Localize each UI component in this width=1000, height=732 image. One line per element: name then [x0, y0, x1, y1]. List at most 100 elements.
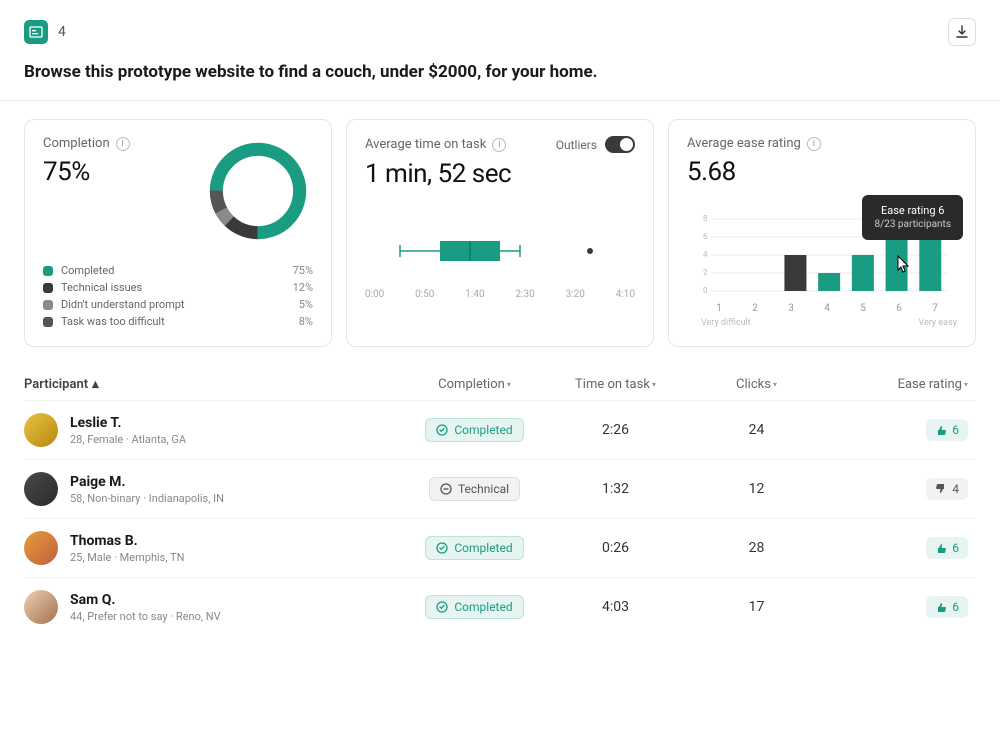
- task-title: Browse this prototype website to find a …: [0, 58, 1000, 100]
- participant-meta: 28, Female · Atlanta, GA: [70, 433, 186, 446]
- completion-value: 75%: [43, 157, 185, 187]
- axis-tick: 1:40: [465, 289, 484, 300]
- ease-pill: 6: [926, 537, 968, 559]
- table-row[interactable]: Leslie T. 28, Female · Atlanta, GA Compl…: [24, 400, 976, 459]
- legend-label: Task was too difficult: [61, 315, 299, 328]
- th-clicks[interactable]: Clicks▾: [686, 377, 827, 392]
- svg-text:4: 4: [703, 250, 708, 259]
- legend-label: Technical issues: [61, 281, 293, 294]
- participant-meta: 25, Male · Memphis, TN: [70, 551, 184, 564]
- time-cell: 0:26: [545, 540, 686, 556]
- outliers-label: Outliers: [556, 138, 597, 152]
- th-time[interactable]: Time on task▾: [545, 377, 686, 392]
- legend-row: Didn't understand prompt5%: [43, 296, 313, 313]
- thumbs-up-icon: [935, 424, 947, 436]
- participant-name: Paige M.: [70, 474, 224, 490]
- legend-row: Technical issues12%: [43, 279, 313, 296]
- check-circle-icon: [436, 601, 448, 613]
- avatar: [24, 590, 58, 624]
- avatar: [24, 472, 58, 506]
- table-row[interactable]: Sam Q. 44, Prefer not to say · Reno, NV …: [24, 577, 976, 636]
- tooltip-title: Ease rating 6: [874, 203, 951, 218]
- completion-donut-chart: [203, 136, 313, 246]
- legend-label: Didn't understand prompt: [61, 298, 299, 311]
- svg-text:8: 8: [703, 214, 708, 223]
- thumbs-down-icon: [935, 483, 947, 495]
- completion-badge: Completed: [425, 595, 523, 619]
- legend-row: Task was too difficult8%: [43, 313, 313, 330]
- legend-value: 5%: [299, 298, 313, 311]
- clicks-cell: 17: [686, 599, 827, 615]
- ease-right-label: Very easy: [918, 318, 957, 328]
- time-cell: 1:32: [545, 481, 686, 497]
- chevron-down-icon: ▾: [507, 380, 511, 389]
- legend-swatch: [43, 300, 53, 310]
- time-cell: 4:03: [545, 599, 686, 615]
- thumbs-up-icon: [935, 542, 947, 554]
- completion-label: Completion: [43, 136, 110, 151]
- ease-left-label: Very difficult: [701, 318, 751, 328]
- table-row[interactable]: Thomas B. 25, Male · Memphis, TN Complet…: [24, 518, 976, 577]
- bar-axis-tick: 2: [737, 303, 773, 314]
- svg-text:6: 6: [703, 232, 708, 241]
- th-ease[interactable]: Ease rating▾: [827, 377, 976, 392]
- legend-value: 8%: [299, 315, 313, 328]
- th-participant[interactable]: Participant ▴: [24, 377, 404, 392]
- time-cell: 2:26: [545, 422, 686, 438]
- sort-asc-icon: ▴: [92, 377, 99, 392]
- axis-tick: 4:10: [616, 289, 635, 300]
- avatar: [24, 531, 58, 565]
- axis-tick: 0:00: [365, 289, 384, 300]
- bar-axis-tick: 6: [881, 303, 917, 314]
- info-icon[interactable]: i: [807, 137, 821, 151]
- table-row[interactable]: Paige M. 58, Non-binary · Indianapolis, …: [24, 459, 976, 518]
- clicks-cell: 28: [686, 540, 827, 556]
- download-button[interactable]: [948, 18, 976, 46]
- completion-card: Completion i 75% Completed75%Technical i…: [24, 119, 332, 347]
- bar-axis-tick: 5: [845, 303, 881, 314]
- check-circle-icon: [436, 424, 448, 436]
- bar-axis-tick: 1: [701, 303, 737, 314]
- bar-tooltip: Ease rating 6 8/23 participants: [862, 195, 963, 240]
- completion-badge: Completed: [425, 536, 523, 560]
- ease-value: 5.68: [687, 157, 957, 187]
- bar-axis-tick: 7: [917, 303, 953, 314]
- legend-swatch: [43, 266, 53, 276]
- bar-axis-tick: 3: [773, 303, 809, 314]
- info-icon[interactable]: i: [116, 137, 130, 151]
- clicks-cell: 12: [686, 481, 827, 497]
- minus-circle-icon: [440, 483, 452, 495]
- ease-pill: 6: [926, 596, 968, 618]
- time-card: Average time on task i Outliers 1 min, 5…: [346, 119, 654, 347]
- legend-value: 12%: [293, 281, 313, 294]
- svg-text:0: 0: [703, 286, 708, 295]
- time-boxplot: [365, 231, 635, 271]
- participant-name: Sam Q.: [70, 592, 221, 608]
- task-number: 4: [58, 24, 66, 40]
- participant-name: Leslie T.: [70, 415, 186, 431]
- axis-tick: 0:50: [415, 289, 434, 300]
- cursor-icon: [897, 255, 911, 273]
- time-value: 1 min, 52 sec: [365, 159, 635, 189]
- thumbs-up-icon: [935, 601, 947, 613]
- info-icon[interactable]: i: [492, 138, 506, 152]
- time-label: Average time on task: [365, 137, 486, 152]
- participant-name: Thomas B.: [70, 533, 184, 549]
- download-icon: [955, 25, 969, 39]
- bar-axis-tick: 4: [809, 303, 845, 314]
- chevron-down-icon: ▾: [964, 380, 968, 389]
- ease-label: Average ease rating: [687, 136, 801, 151]
- ease-pill: 6: [926, 419, 968, 441]
- participant-meta: 58, Non-binary · Indianapolis, IN: [70, 492, 224, 505]
- participant-meta: 44, Prefer not to say · Reno, NV: [70, 610, 221, 623]
- outliers-toggle[interactable]: [605, 136, 635, 153]
- clicks-cell: 24: [686, 422, 827, 438]
- completion-badge: Completed: [425, 418, 523, 442]
- th-completion[interactable]: Completion▾: [404, 377, 545, 392]
- legend-row: Completed75%: [43, 262, 313, 279]
- ease-card: Average ease rating i 5.68 Ease rating 6…: [668, 119, 976, 347]
- chevron-down-icon: ▾: [652, 380, 656, 389]
- check-circle-icon: [436, 542, 448, 554]
- legend-label: Completed: [61, 264, 293, 277]
- task-badge-icon: [24, 20, 48, 44]
